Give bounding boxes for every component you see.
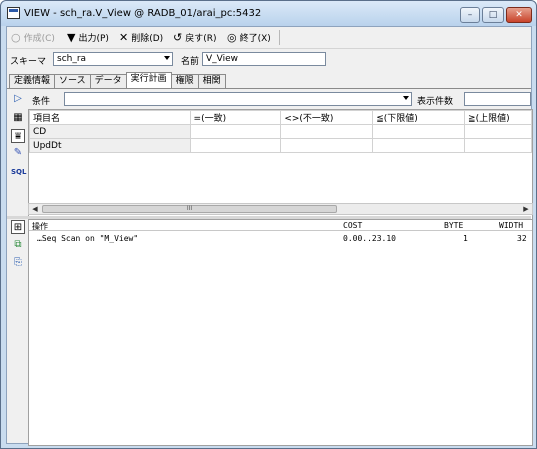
- field-name-cell: UpdDt: [29, 138, 191, 153]
- create-label: 作成(C): [23, 34, 55, 44]
- client-area: ○ 作成(C) ▼ 出力(P) ✕ 削除(D) ↺ 戻す(R) ◎ 終了(X) …: [6, 26, 533, 446]
- minimize-button[interactable]: –: [460, 7, 480, 23]
- value-cell[interactable]: [280, 138, 374, 153]
- column-header-label: 項目名: [33, 114, 61, 124]
- count-label: 表示件数: [417, 97, 454, 107]
- toolbar: ○ 作成(C) ▼ 出力(P) ✕ 削除(D) ↺ 戻す(R) ◎ 終了(X): [7, 27, 531, 48]
- tab-relations[interactable]: 相関: [197, 74, 226, 88]
- exit-button[interactable]: ◎ 終了(X): [227, 30, 271, 45]
- name-field[interactable]: V_View: [202, 52, 326, 66]
- table-row: UpdDt: [29, 138, 532, 153]
- title-bar[interactable]: VIEW - sch_ra.V_View @ RADB_01/arai_pc:5…: [1, 1, 536, 26]
- circle-icon: ○: [11, 31, 21, 44]
- tab-definition[interactable]: 定義情報: [9, 74, 56, 88]
- revert-button[interactable]: ↺ 戻す(R): [173, 30, 217, 45]
- condition-select[interactable]: [64, 92, 412, 106]
- plan-header-row: 操作 COST BYTE WIDTH: [29, 220, 532, 231]
- tab-strip: 定義情報 ソース データ 実行計画 権限 相関: [9, 72, 226, 88]
- grid-header-row: 項目名 =(一致) <>(不一致) ≦(下限値) ≧(上限値): [29, 110, 532, 125]
- run-icon[interactable]: ▷: [11, 92, 25, 106]
- eraser-icon[interactable]: ✎: [11, 146, 25, 160]
- column-header[interactable]: <>(不一致): [280, 110, 374, 125]
- byte-header[interactable]: BYTE: [444, 221, 463, 230]
- align-icon[interactable]: ⩸: [11, 129, 25, 143]
- column-header[interactable]: ≧(上限値): [464, 110, 532, 125]
- column-header[interactable]: 項目名: [29, 110, 191, 125]
- power-icon: ◎: [227, 31, 237, 44]
- value-cell[interactable]: [280, 124, 374, 139]
- table-row: CD: [29, 124, 532, 139]
- create-button[interactable]: ○ 作成(C): [11, 30, 55, 45]
- operation-cell: …Seq Scan on "M_View": [37, 234, 139, 243]
- name-label: 名前: [181, 57, 200, 67]
- value-cell[interactable]: [464, 124, 532, 139]
- scroll-thumb[interactable]: III: [42, 205, 337, 213]
- plan-result-grid: 操作 COST BYTE WIDTH …Seq Scan on "M_View"…: [28, 219, 533, 446]
- exit-label: 終了(X): [239, 34, 271, 44]
- output-button[interactable]: ▼ 出力(P): [67, 30, 109, 45]
- close-button[interactable]: ✕: [506, 7, 532, 23]
- window-title: VIEW - sch_ra.V_View @ RADB_01/arai_pc:5…: [24, 8, 262, 19]
- schema-value: sch_ra: [57, 54, 87, 64]
- cost-cell: 0.00..23.10: [343, 234, 396, 243]
- delete-label: 削除(D): [131, 34, 164, 44]
- byte-cell: 1: [463, 234, 468, 243]
- toolbar-separator: [279, 30, 280, 45]
- plan-view-icon[interactable]: ⊞: [11, 220, 25, 234]
- tab-permissions[interactable]: 権限: [170, 74, 199, 88]
- table-icon[interactable]: ▦: [11, 111, 25, 125]
- column-header[interactable]: =(一致): [189, 110, 282, 125]
- count-field[interactable]: [464, 92, 531, 106]
- condition-label: 条件: [32, 97, 51, 107]
- copy-icon[interactable]: ⎘: [11, 256, 25, 270]
- execution-plan-panel: ▷ 条件 表示件数 ▦ ⩸ ✎ SQL 項目名 =(一致) <>(不一致) ≦(…: [7, 88, 533, 446]
- dropdown-arrow-icon: [403, 96, 409, 100]
- width-cell: 32: [517, 234, 527, 243]
- schema-label: スキーマ: [10, 57, 47, 67]
- x-icon: ✕: [119, 31, 129, 44]
- maximize-button[interactable]: □: [482, 7, 504, 23]
- sql-icon[interactable]: SQL: [11, 165, 26, 179]
- schema-select[interactable]: sch_ra: [53, 52, 173, 66]
- app-window: VIEW - sch_ra.V_View @ RADB_01/arai_pc:5…: [0, 0, 537, 449]
- output-label: 出力(P): [78, 34, 109, 44]
- horizontal-scrollbar[interactable]: ◀ III ▶: [28, 203, 533, 215]
- delete-button[interactable]: ✕ 削除(D): [119, 30, 163, 45]
- revert-label: 戻す(R): [185, 34, 217, 44]
- toolbar-divider: [7, 48, 531, 49]
- value-cell[interactable]: [372, 124, 466, 139]
- scroll-left-icon[interactable]: ◀: [29, 204, 41, 214]
- cost-header[interactable]: COST: [343, 221, 362, 230]
- tab-data[interactable]: データ: [89, 74, 127, 88]
- field-name-cell: CD: [29, 124, 191, 139]
- operation-header[interactable]: 操作: [32, 221, 48, 232]
- undo-icon: ↺: [173, 31, 183, 44]
- tab-source[interactable]: ソース: [54, 74, 91, 88]
- value-cell[interactable]: [464, 138, 532, 153]
- tab-execution-plan[interactable]: 実行計画: [125, 72, 172, 88]
- arrow-down-icon: ▼: [67, 31, 76, 44]
- export-icon[interactable]: ⧉: [11, 238, 25, 252]
- column-header[interactable]: ≦(下限値): [372, 110, 466, 125]
- width-header[interactable]: WIDTH: [499, 221, 523, 230]
- value-cell[interactable]: [372, 138, 466, 153]
- value-cell[interactable]: [189, 124, 282, 139]
- dropdown-arrow-icon: [164, 56, 170, 60]
- scroll-right-icon[interactable]: ▶: [520, 204, 532, 214]
- app-icon: [7, 7, 20, 19]
- value-cell[interactable]: [189, 138, 282, 153]
